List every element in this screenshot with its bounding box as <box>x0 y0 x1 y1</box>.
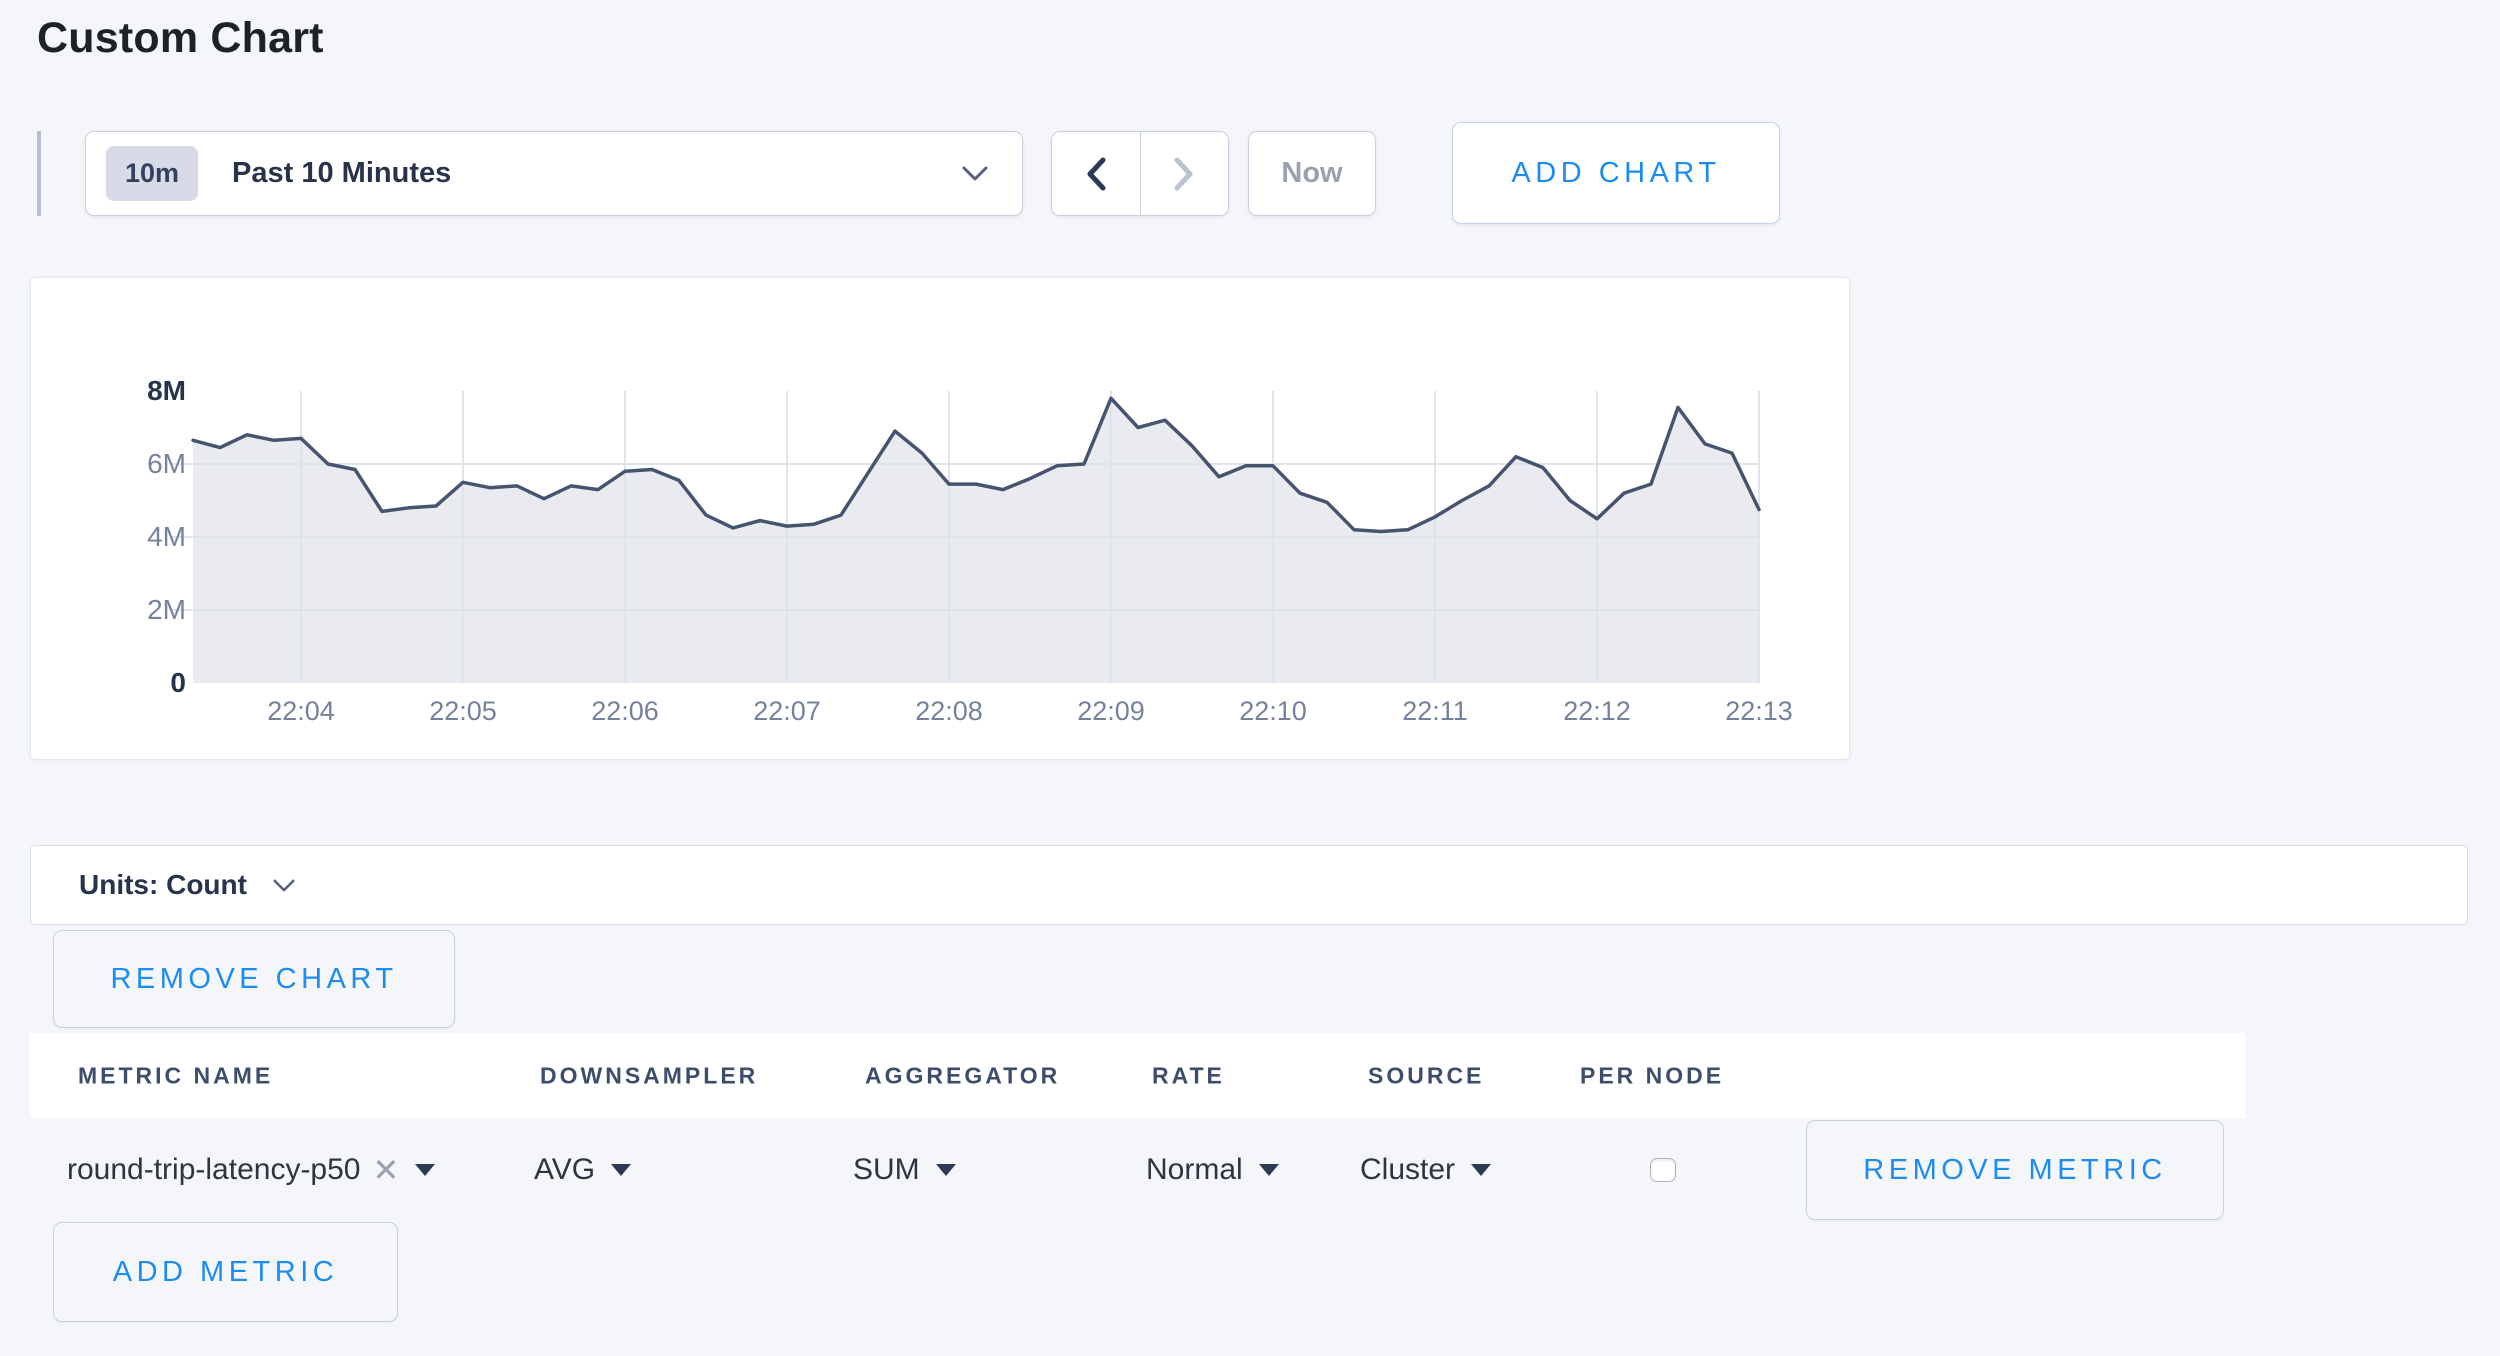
column-header-aggregator: AGGREGATOR <box>865 1062 1060 1089</box>
y-tick-label: 2M <box>66 594 186 626</box>
time-range-select[interactable]: 10m Past 10 Minutes <box>85 131 1023 216</box>
time-step-controls <box>1051 131 1229 216</box>
aggregator-value: SUM <box>853 1153 920 1187</box>
chevron-right-icon <box>1173 157 1195 191</box>
chevron-down-icon <box>962 166 988 181</box>
custom-chart-page: Custom Chart 10m Past 10 Minutes Now ADD… <box>0 0 2500 1356</box>
timeseries-chart-card: 0 2M 4M 6M 8M 22:0422:0522:0622:0722:0822:09… <box>30 277 1850 760</box>
time-range-label: Past 10 Minutes <box>232 157 962 190</box>
units-select[interactable]: Units: Count <box>30 845 2468 925</box>
remove-chart-button[interactable]: REMOVE CHART <box>53 930 455 1028</box>
metric-name-select[interactable]: round-trip-latency-p50 ✕ <box>67 1153 435 1187</box>
downsampler-select[interactable]: AVG <box>534 1153 631 1187</box>
metric-table-row: round-trip-latency-p50 ✕ AVG SUM Normal … <box>30 1118 2245 1222</box>
x-tick-label: 22:05 <box>383 696 543 727</box>
column-header-downsampler: DOWNSAMPLER <box>540 1062 758 1089</box>
now-button[interactable]: Now <box>1248 131 1376 216</box>
add-metric-button[interactable]: ADD METRIC <box>53 1222 398 1322</box>
units-label: Units: Count <box>79 869 247 901</box>
column-header-rate: RATE <box>1152 1062 1225 1089</box>
chevron-left-icon <box>1085 157 1107 191</box>
clear-metric-icon[interactable]: ✕ <box>372 1154 399 1186</box>
time-selector-accent-bar <box>37 131 41 216</box>
dropdown-caret-icon <box>1259 1164 1279 1176</box>
x-tick-label: 22:13 <box>1679 696 1839 727</box>
next-interval-button[interactable] <box>1140 132 1229 215</box>
y-tick-label: 8M <box>66 375 186 407</box>
x-tick-label: 22:08 <box>869 696 1029 727</box>
downsampler-value: AVG <box>534 1153 595 1187</box>
x-tick-label: 22:06 <box>545 696 705 727</box>
aggregator-select[interactable]: SUM <box>853 1153 956 1187</box>
remove-metric-button[interactable]: REMOVE METRIC <box>1806 1120 2224 1220</box>
x-tick-label: 22:07 <box>707 696 867 727</box>
rate-select[interactable]: Normal <box>1146 1153 1279 1187</box>
per-node-checkbox[interactable] <box>1650 1158 1676 1182</box>
x-tick-label: 22:09 <box>1031 696 1191 727</box>
x-tick-label: 22:11 <box>1355 696 1515 727</box>
dropdown-caret-icon <box>611 1164 631 1176</box>
y-tick-label: 6M <box>66 448 186 480</box>
x-tick-label: 22:10 <box>1193 696 1353 727</box>
prev-interval-button[interactable] <box>1052 132 1140 215</box>
rate-value: Normal <box>1146 1153 1243 1187</box>
y-tick-label: 4M <box>66 521 186 553</box>
page-title: Custom Chart <box>37 14 324 63</box>
source-select[interactable]: Cluster <box>1360 1153 1491 1187</box>
column-header-metric-name: METRIC NAME <box>78 1062 273 1089</box>
x-tick-label: 22:04 <box>221 696 381 727</box>
column-header-source: SOURCE <box>1368 1062 1484 1089</box>
dropdown-caret-icon <box>936 1164 956 1176</box>
column-header-per-node: PER NODE <box>1580 1062 1724 1089</box>
add-chart-button[interactable]: ADD CHART <box>1452 122 1780 224</box>
metric-name-value: round-trip-latency-p50 <box>67 1153 360 1187</box>
time-range-badge: 10m <box>106 146 198 201</box>
source-value: Cluster <box>1360 1153 1455 1187</box>
metrics-table-header: METRIC NAME DOWNSAMPLER AGGREGATOR RATE … <box>30 1033 2245 1118</box>
dropdown-caret-icon[interactable] <box>415 1164 435 1176</box>
timeseries-area-chart <box>31 278 1849 759</box>
chevron-down-icon <box>273 879 295 892</box>
y-tick-label: 0 <box>66 667 186 699</box>
dropdown-caret-icon <box>1471 1164 1491 1176</box>
x-tick-label: 22:12 <box>1517 696 1677 727</box>
